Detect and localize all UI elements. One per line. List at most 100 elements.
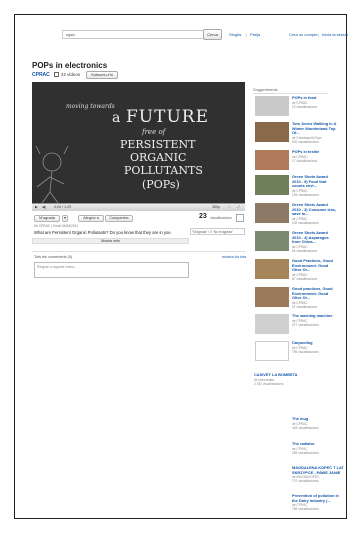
suggestion-title[interactable]: Carpooling bbox=[292, 340, 337, 346]
search-input[interactable] bbox=[62, 30, 204, 39]
show-more-button[interactable]: Mostra més bbox=[32, 238, 189, 244]
suggestion-views: 84 visualitzacions bbox=[292, 249, 317, 254]
separator: | bbox=[318, 32, 320, 37]
channel-link[interactable]: CPRAC bbox=[32, 72, 50, 78]
video-frame: moving towards a FUTURE free of PERSISTE… bbox=[32, 82, 245, 203]
suggestion-thumbnail[interactable] bbox=[255, 287, 289, 307]
suggestion-item[interactable]: The radiator de CPRAC 285 visualitzacions bbox=[292, 441, 344, 455]
suggestion-views: 443 visualitzacions bbox=[292, 425, 319, 430]
suggestion-title[interactable]: POPs in textile bbox=[292, 149, 337, 155]
suggestion-views: 22 visualitzacions bbox=[292, 105, 317, 110]
slide-a: a bbox=[112, 110, 120, 126]
slide-future: FUTURE bbox=[126, 107, 209, 127]
suggestion-item[interactable]: POPs in food de CPRAC 22 visualitzacions bbox=[255, 95, 337, 120]
suggestion-views: 17 visualitzacions bbox=[292, 159, 317, 164]
suggestion-views: 285 visualitzacions bbox=[292, 450, 319, 455]
volume-icon[interactable]: ◀) bbox=[42, 205, 46, 209]
suggestion-item[interactable]: Green Shots Award 2010 - 5) Food that co… bbox=[255, 174, 337, 199]
fullscreen-icon[interactable]: ⤢ bbox=[237, 205, 240, 209]
suggestion-item[interactable]: The washing machine de CPRAC 477 visualitz… bbox=[255, 313, 337, 338]
suggestion-views: 132 visualitzacions bbox=[292, 221, 319, 226]
suggestion-title[interactable]: Tom Jones Walking In A Winter Wonderland… bbox=[292, 121, 337, 136]
create-account-link[interactable]: Crea un compte bbox=[289, 32, 317, 37]
view-count-label: visualitzacions bbox=[210, 216, 232, 220]
stats-button[interactable] bbox=[236, 214, 244, 222]
suggestion-thumbnail[interactable] bbox=[255, 150, 289, 170]
suggestion-title[interactable]: Good Practices, Good Environment: Good O… bbox=[292, 258, 337, 273]
suggestion-thumbnail[interactable] bbox=[255, 259, 289, 279]
suggestion-thumbnail[interactable] bbox=[255, 122, 289, 142]
suggestion-thumbnail[interactable] bbox=[255, 175, 289, 195]
sign-in-link[interactable]: Inicia la sessió bbox=[322, 32, 348, 37]
slide-line3: POLLUTANTS bbox=[124, 164, 203, 177]
play-icon[interactable]: ▶ bbox=[35, 205, 38, 209]
suggestion-title[interactable]: The washing machine bbox=[292, 313, 337, 319]
divider bbox=[253, 93, 328, 94]
suggestion-item[interactable]: Good practices, Good Environment: Good O… bbox=[255, 286, 337, 311]
like-button[interactable]: M'agrada bbox=[34, 215, 60, 222]
suggestion-item[interactable]: CASIVET LA BOMBETA de shincreatia 2.782 … bbox=[254, 372, 324, 386]
suggestion-item[interactable]: POPs in textile de CPRAC 17 visualitzacion… bbox=[255, 149, 337, 174]
add-to-button[interactable]: Afegeix a bbox=[78, 215, 104, 222]
quality-selector[interactable]: 360p bbox=[212, 205, 220, 209]
suggestion-title[interactable]: Good practices, Good Environment: Good O… bbox=[292, 286, 337, 301]
time-display: 0:00 / 1:29 bbox=[54, 205, 71, 209]
playlist-title: POPs in electronics bbox=[32, 61, 108, 70]
suggestion-item[interactable]: MAGDALENA KOPEĆ T LAT SKRZYPCE - PAWE JA… bbox=[292, 465, 344, 484]
suggestion-item[interactable]: The mug de CPRAC 443 visualitzacions bbox=[292, 416, 344, 430]
header-rule bbox=[14, 14, 347, 15]
suggestion-views: 765 visualitzacions bbox=[292, 507, 319, 512]
suggestion-title[interactable]: Green Shots Award 2010 - 4) Asparagus fr… bbox=[292, 230, 337, 245]
upload-link[interactable]: Parija bbox=[250, 32, 260, 37]
suggestion-item[interactable]: Tom Jones Walking In A Winter Wonderland… bbox=[255, 121, 337, 146]
suggestion-item[interactable]: Green Shots Award 2010 - 3) Consume less… bbox=[255, 202, 337, 227]
suggestion-views: 920 visualitzacions bbox=[292, 140, 319, 145]
suggestion-thumbnail[interactable] bbox=[255, 314, 289, 334]
slide-free: free of bbox=[141, 128, 167, 136]
video-byline: De CPRAC | Creat: 06/04/2011 bbox=[34, 224, 78, 228]
suggestion-title[interactable]: Green Shots Award 2010 - 3) Consume less… bbox=[292, 202, 337, 217]
suggestion-thumbnail[interactable] bbox=[255, 341, 289, 361]
player-controls: ▶ ◀) 0:00 / 1:29 360p ⛶ ⤢ bbox=[32, 203, 245, 211]
suggestion-views: 87 visualitzacions bbox=[292, 277, 317, 282]
expand-icon[interactable]: ⛶ bbox=[228, 205, 231, 209]
suggestion-views: 2.782 visualitzacions bbox=[254, 381, 284, 386]
suggestion-views: 135 visualitzacions bbox=[292, 193, 319, 198]
suggestion-thumbnail[interactable] bbox=[255, 96, 289, 116]
comment-input[interactable]: Respon a aquest vídeo... bbox=[34, 262, 189, 278]
suggestion-title[interactable]: Prevention of pollution in the Dairy Ind… bbox=[292, 493, 344, 503]
video-count: 22 vídeos bbox=[61, 72, 81, 77]
slide-line2: ORGANIC bbox=[130, 151, 186, 164]
suggestion-thumbnail[interactable] bbox=[255, 231, 289, 251]
suggestion-views: 755 visualitzacions bbox=[292, 350, 319, 355]
show-all-comments-link[interactable]: mostra-ho tots bbox=[222, 255, 246, 259]
search-button[interactable]: Cerca bbox=[203, 29, 222, 40]
comments-title: Tots els comentaris (0) bbox=[34, 255, 73, 259]
suggestion-item[interactable]: Carpooling de CPRAC 755 visualitzacions bbox=[255, 340, 337, 365]
suggestion-thumbnail[interactable] bbox=[255, 203, 289, 223]
divider bbox=[32, 251, 245, 252]
video-player[interactable]: moving towards a FUTURE free of PERSISTE… bbox=[32, 82, 245, 203]
suggestion-title[interactable]: Green Shots Award 2010 - 5) Food that co… bbox=[292, 174, 337, 189]
suggestion-views: 707 visualitzacions bbox=[292, 479, 319, 484]
suggestion-item[interactable]: Green Shots Award 2010 - 4) Asparagus fr… bbox=[255, 230, 337, 255]
slide-line1: PERSISTENT bbox=[120, 138, 196, 151]
slide-line4: (POPs) bbox=[142, 178, 180, 191]
separator: | bbox=[246, 32, 248, 37]
suggestions-heading: Suggeriments bbox=[253, 87, 278, 92]
slide-top: moving towards bbox=[66, 103, 115, 110]
suggestion-title[interactable]: POPs in food bbox=[292, 95, 337, 101]
view-count: 23 bbox=[199, 213, 207, 220]
share-button[interactable]: Comparteix bbox=[105, 215, 133, 222]
suggestion-item[interactable]: Prevention of pollution in the Dairy Ind… bbox=[292, 493, 344, 512]
suggestion-views: 477 visualitzacions bbox=[292, 323, 319, 328]
suggestion-views: 57 visualitzacions bbox=[292, 305, 317, 310]
video-description: What are Persistent Organic Pollutants? … bbox=[34, 230, 171, 235]
browse-link[interactable]: Sfoglia bbox=[229, 32, 241, 37]
subscribe-button[interactable]: Subscriu-t'hi bbox=[86, 71, 118, 79]
suggestion-title[interactable]: MAGDALENA KOPEĆ T LAT SKRZYPCE - PAWE JA… bbox=[292, 465, 344, 475]
playlist-icon bbox=[54, 72, 59, 77]
suggestion-item[interactable]: Good Practices, Good Environment: Good O… bbox=[255, 258, 337, 283]
likes-summary: "M'agrada" i 0 "No m'agrada" bbox=[190, 228, 245, 235]
dislike-button[interactable]: ▾ bbox=[62, 215, 68, 222]
